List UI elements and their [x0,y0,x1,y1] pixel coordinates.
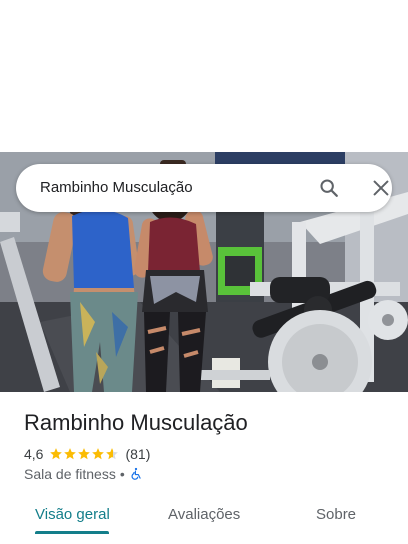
selected-tab-indicator [35,531,109,534]
place-tabs: Visão geral Avaliações Sobre [0,496,408,536]
rating-row[interactable]: 4,6 (81) [24,445,150,463]
tab-overview[interactable]: Visão geral [35,506,110,523]
place-info-panel: Rambinho Musculação 4,6 (81) Sala de fit… [0,392,408,544]
close-icon[interactable] [370,177,392,199]
search-input[interactable]: Rambinho Musculação [40,179,193,196]
wheelchair-accessible-icon [131,467,141,480]
rating-value: 4,6 [24,446,44,462]
star-rating [49,447,119,461]
search-icon[interactable] [318,177,340,199]
category-label: Sala de fitness [24,466,116,482]
place-title: Rambinho Musculação [24,410,248,435]
separator-dot: • [119,466,125,482]
review-count[interactable]: (81) [125,446,150,462]
star-icon [64,448,77,460]
star-icon [50,448,63,460]
tab-about[interactable]: Sobre [316,506,356,523]
blank-header-area [0,0,408,152]
search-bar[interactable]: Rambinho Musculação [16,164,392,212]
star-icon [78,448,91,460]
star-half-icon [106,448,119,460]
category-row: Sala de fitness • [24,465,143,483]
star-icon [92,448,105,460]
tab-reviews[interactable]: Avaliações [168,506,240,523]
